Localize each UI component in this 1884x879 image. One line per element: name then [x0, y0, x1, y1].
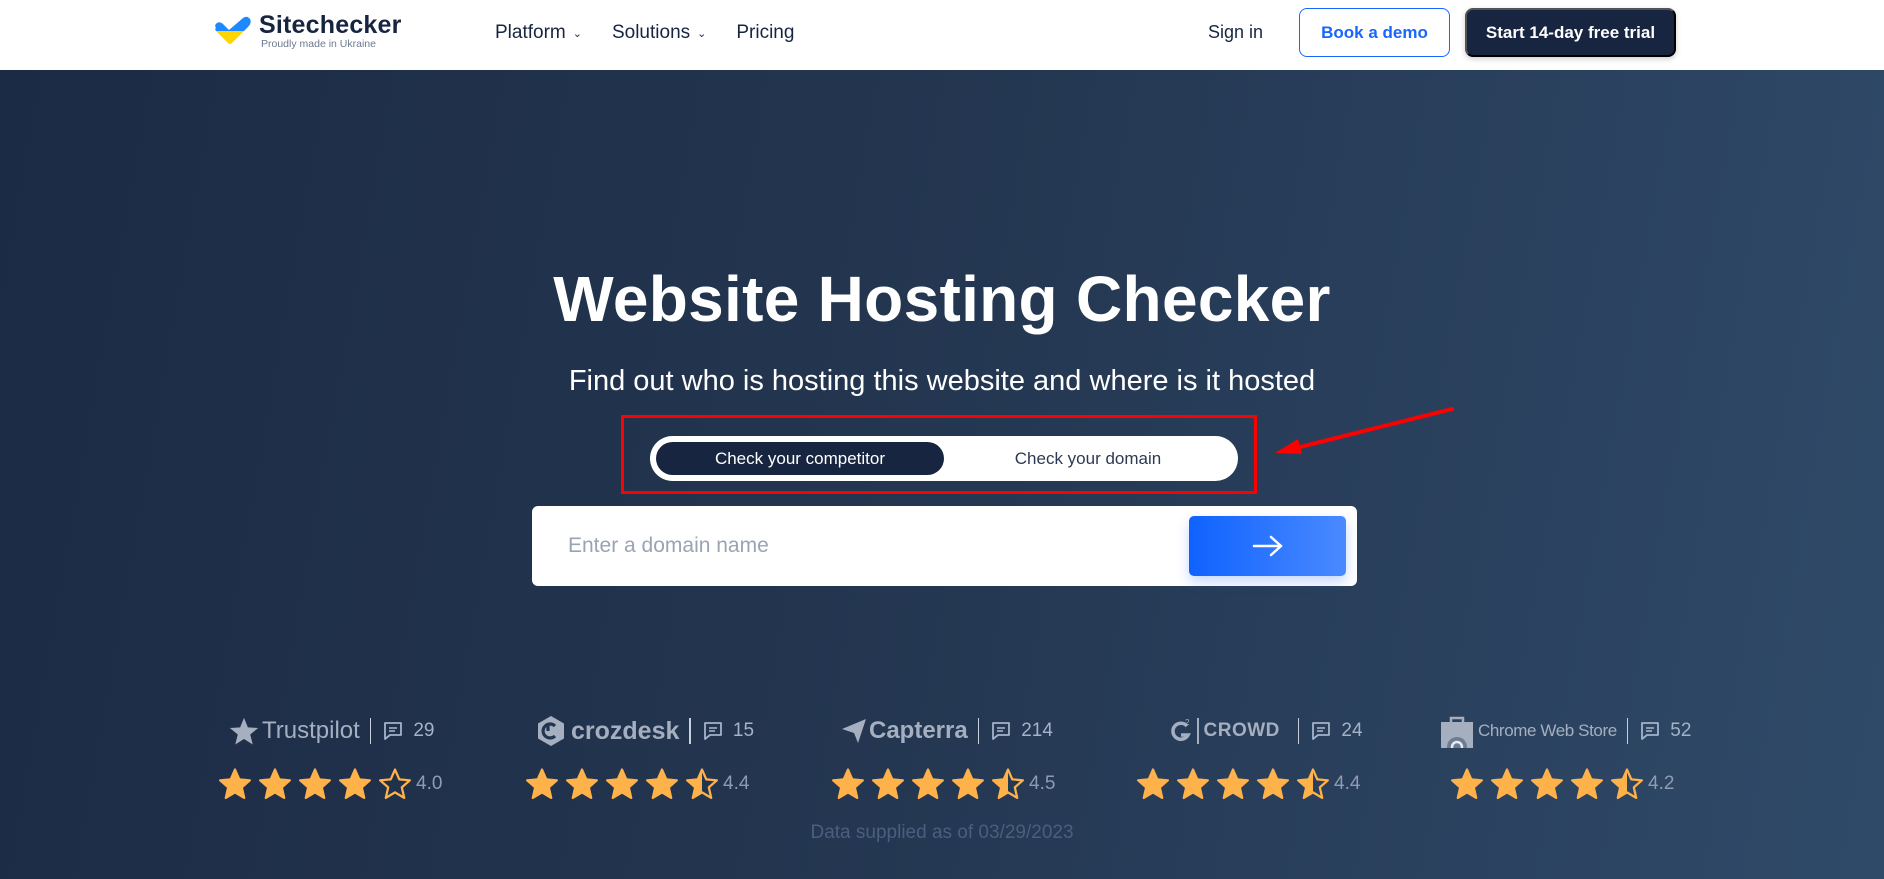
- star-full-icon: [645, 768, 679, 800]
- comment-icon: [992, 722, 1011, 740]
- page-subtitle: Find out who is hosting this website and…: [568, 365, 1316, 397]
- star-full-icon: [218, 768, 252, 800]
- star-full-icon: [338, 768, 372, 800]
- site-header: Sitechecker Proudly made in Ukraine Plat…: [0, 0, 1884, 70]
- nav-pricing[interactable]: Pricing: [736, 18, 794, 48]
- capterra-arrow-icon: [842, 719, 866, 743]
- divider: [369, 718, 372, 744]
- star-full-icon: [298, 768, 332, 800]
- divider: [689, 718, 691, 744]
- nav-platform-label: Platform: [495, 22, 566, 43]
- star-full-icon: [1216, 768, 1250, 800]
- logo-tagline: Proudly made in Ukraine: [261, 38, 376, 50]
- star-rating: 4.4: [1136, 767, 1360, 801]
- star-rating: 4.5: [831, 767, 1055, 801]
- domain-search-box: [532, 506, 1357, 586]
- chevron-down-icon: ⌄: [572, 28, 582, 40]
- star-full-icon: [1176, 768, 1210, 800]
- star-full-icon: [605, 768, 639, 800]
- star-full-icon: [871, 768, 905, 800]
- hero-section: Website Hosting Checker Find out who is …: [0, 70, 1884, 879]
- nav-solutions-label: Solutions: [611, 22, 691, 43]
- chevron-down-icon: ⌄: [697, 28, 707, 40]
- capterra-logo: Capterra: [841, 717, 968, 745]
- book-demo-button[interactable]: Book a demo: [1299, 8, 1450, 57]
- rating-score: 4.2: [1648, 773, 1675, 794]
- start-trial-button[interactable]: Start 14-day free trial: [1465, 8, 1676, 57]
- nav-solutions[interactable]: Solutions ⌄: [612, 18, 706, 48]
- crozdesk-hex-icon: [538, 716, 564, 746]
- star-half-icon: [991, 768, 1025, 800]
- svg-text:2: 2: [1185, 718, 1190, 727]
- sign-in-link[interactable]: Sign in: [1208, 18, 1263, 46]
- star-full-icon: [565, 768, 599, 800]
- review-count: 214: [1021, 720, 1053, 741]
- star-full-icon: [1570, 768, 1604, 800]
- review-count: 24: [1341, 720, 1363, 741]
- search-submit-button[interactable]: [1189, 516, 1346, 576]
- annotation-arrow-icon: [1275, 407, 1454, 454]
- star-full-icon: [258, 768, 292, 800]
- star-full-icon: [1136, 768, 1170, 800]
- nav-pricing-label: Pricing: [736, 22, 795, 43]
- domain-input[interactable]: [568, 506, 1168, 586]
- star-full-icon: [951, 768, 985, 800]
- star-rating: 4.2: [1450, 767, 1674, 801]
- star-full-icon: [831, 768, 865, 800]
- logo-name: Sitechecker: [259, 11, 402, 39]
- chrome-web-store-icon: [1441, 716, 1473, 748]
- star-full-icon: [1490, 768, 1524, 800]
- comment-icon: [1312, 722, 1331, 740]
- data-supplied-note: Data supplied as of 03/29/2023: [810, 822, 1074, 843]
- check-mode-toggle: Check your competitor Check your domain: [650, 436, 1238, 481]
- divider: [977, 718, 980, 744]
- star-full-icon: [1530, 768, 1564, 800]
- star-rating: 4.0: [218, 767, 442, 801]
- rating-score: 4.5: [1029, 773, 1056, 794]
- star-rating: 4.4: [525, 767, 749, 801]
- g2-logo-icon: 2: [1171, 718, 1191, 741]
- review-count: 15: [732, 720, 755, 741]
- logo-heart-check-icon: [215, 16, 251, 45]
- star-half-icon: [1296, 768, 1330, 800]
- logo[interactable]: Sitechecker Proudly made in Ukraine: [213, 12, 402, 50]
- chrome-web-store-logo: Chrome Web Store: [1440, 714, 1617, 748]
- star-half-icon: [1610, 768, 1644, 800]
- nav-platform[interactable]: Platform ⌄: [495, 18, 582, 48]
- crozdesk-name: crozdesk: [571, 716, 680, 745]
- chrome-web-store-name: Chrome Web Store: [1478, 721, 1617, 740]
- star-half-icon: [685, 768, 719, 800]
- divider: [1626, 718, 1629, 744]
- logo-divider: [1197, 718, 1199, 744]
- toggle-check-competitor[interactable]: Check your competitor: [656, 442, 944, 475]
- rating-score: 4.0: [416, 773, 443, 794]
- review-count: 29: [413, 720, 435, 741]
- page-title: Website Hosting Checker: [553, 263, 1331, 335]
- crozdesk-logo: crozdesk: [535, 715, 679, 747]
- arrow-right-icon: [1252, 535, 1282, 557]
- comment-icon: [1641, 722, 1660, 740]
- review-count: 52: [1670, 720, 1692, 741]
- toggle-check-domain[interactable]: Check your domain: [944, 442, 1232, 475]
- comment-icon: [384, 722, 403, 740]
- capterra-name: Capterra: [869, 717, 968, 744]
- trustpilot-name: Trustpilot: [262, 717, 360, 744]
- star-full-icon: [1450, 768, 1484, 800]
- g2crowd-logo: 2 CROWD: [1168, 717, 1280, 745]
- rating-score: 4.4: [1334, 773, 1361, 794]
- trustpilot-star-icon: [229, 717, 259, 745]
- star-full-icon: [911, 768, 945, 800]
- g2crowd-name: CROWD: [1203, 720, 1280, 741]
- divider: [1297, 718, 1300, 744]
- star-empty-icon: [378, 768, 412, 800]
- star-full-icon: [525, 768, 559, 800]
- comment-icon: [703, 722, 722, 740]
- main-nav: Platform ⌄ Solutions ⌄ Pricing: [495, 18, 824, 48]
- rating-score: 4.4: [723, 773, 750, 794]
- trustpilot-logo: Trustpilot: [228, 716, 360, 746]
- star-full-icon: [1256, 768, 1290, 800]
